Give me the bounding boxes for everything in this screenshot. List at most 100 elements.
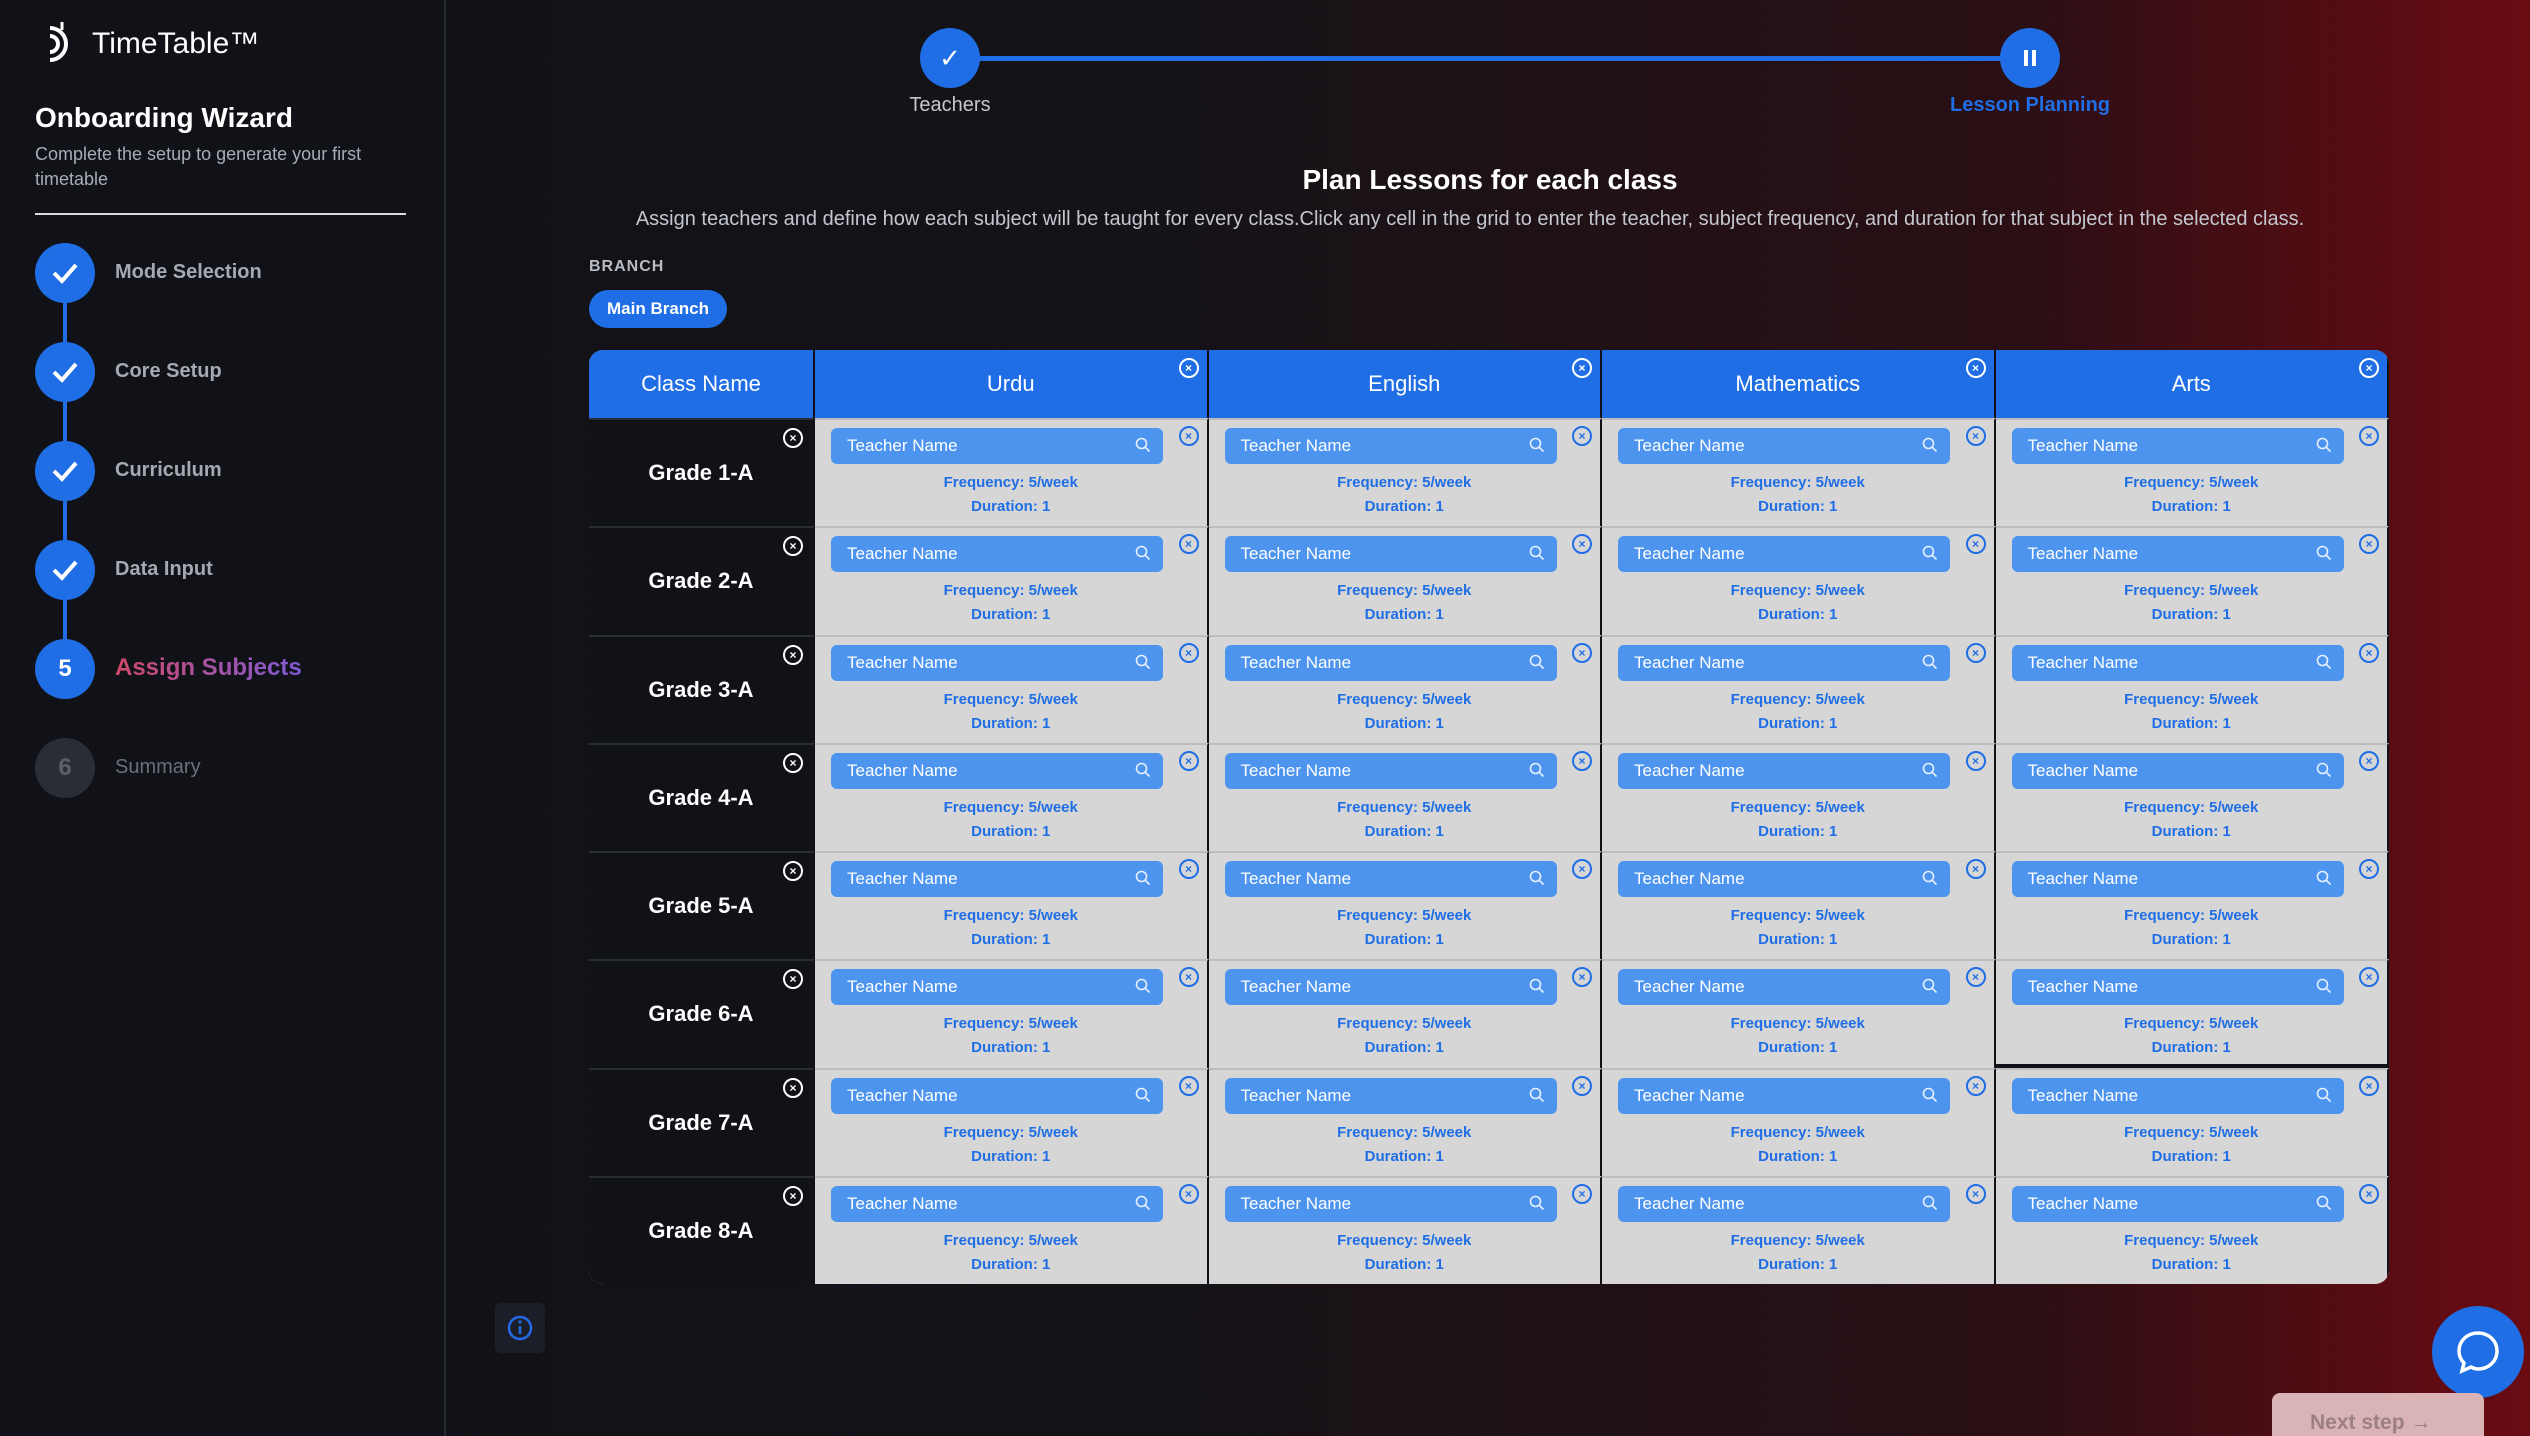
remove-row-icon[interactable]: × [783,1077,803,1098]
clear-cell-icon[interactable]: × [1572,1183,1592,1204]
remove-row-icon[interactable]: × [783,1185,803,1206]
clear-cell-icon[interactable]: × [1178,642,1199,663]
lesson-cell[interactable]: Teacher Name × Frequency: 5/week Duration: … [1602,418,1996,527]
clear-cell-icon[interactable]: × [2359,750,2379,771]
lesson-cell[interactable]: Teacher Name × Frequency: 5/week Duration: … [1995,634,2389,743]
clear-cell-icon[interactable]: × [1965,426,1986,446]
teacher-search-input[interactable]: Teacher Name [831,428,1163,464]
clear-cell-icon[interactable]: × [1178,426,1199,446]
remove-row-icon[interactable]: × [783,752,803,773]
clear-cell-icon[interactable]: × [2359,642,2379,663]
lesson-cell[interactable]: Teacher Name × Frequency: 5/week Duration: … [1995,1175,2389,1284]
teacher-search-input[interactable]: Teacher Name [2011,752,2344,789]
wizard-step-curriculum[interactable]: Curriculum [35,441,302,540]
clear-cell-icon[interactable]: × [1965,1183,1986,1204]
teacher-search-input[interactable]: Teacher Name [2011,1185,2344,1222]
lesson-cell[interactable]: Teacher Name × Frequency: 5/week Duration: … [1208,851,1602,960]
teacher-search-input[interactable]: Teacher Name [831,752,1163,789]
teacher-search-input[interactable]: Teacher Name [1224,969,1557,1006]
lesson-cell[interactable]: Teacher Name × Frequency: 5/week Duration: … [815,418,1209,527]
clear-cell-icon[interactable]: × [1572,750,1592,771]
lesson-cell[interactable]: Teacher Name × Frequency: 5/week Duration: … [1995,418,2389,527]
clear-cell-icon[interactable]: × [2359,967,2379,988]
clear-cell-icon[interactable]: × [1178,1075,1199,1096]
lesson-cell[interactable]: Teacher Name × Frequency: 5/week Duration: … [815,851,1209,960]
chat-button[interactable] [2432,1306,2524,1398]
remove-row-icon[interactable]: × [783,536,803,557]
clear-cell-icon[interactable]: × [1178,1183,1199,1204]
check-icon[interactable]: ✓ [920,28,980,88]
teacher-search-input[interactable]: Teacher Name [1618,1077,1950,1114]
clear-cell-icon[interactable]: × [2359,426,2379,446]
lesson-cell[interactable]: Teacher Name × Frequency: 5/week Duration: … [1208,742,1602,851]
teacher-search-input[interactable]: Teacher Name [1618,752,1950,789]
lesson-cell[interactable]: Teacher Name × Frequency: 5/week Duration: … [815,526,1209,635]
clear-cell-icon[interactable]: × [1178,859,1199,879]
teacher-search-input[interactable]: Teacher Name [831,861,1163,897]
clear-cell-icon[interactable]: × [2359,1075,2379,1096]
teacher-search-input[interactable]: Teacher Name [831,644,1163,681]
clear-cell-icon[interactable]: × [1965,1075,1986,1096]
teacher-search-input[interactable]: Teacher Name [1224,428,1557,464]
lesson-cell[interactable]: Teacher Name × Frequency: 5/week Duration: … [1602,1067,1996,1176]
teacher-search-input[interactable]: Teacher Name [2011,969,2344,1006]
lesson-cell[interactable]: Teacher Name × Frequency: 5/week Duration: … [815,1175,1209,1284]
teacher-search-input[interactable]: Teacher Name [1224,861,1557,897]
teacher-search-input[interactable]: Teacher Name [1224,1077,1557,1114]
clear-cell-icon[interactable]: × [1965,534,1986,555]
teacher-search-input[interactable]: Teacher Name [2011,536,2344,573]
teacher-search-input[interactable]: Teacher Name [1224,644,1557,681]
teacher-search-input[interactable]: Teacher Name [1618,428,1950,464]
lesson-cell[interactable]: Teacher Name × Frequency: 5/week Duration: … [1995,742,2389,851]
teacher-search-input[interactable]: Teacher Name [2011,861,2344,897]
remove-row-icon[interactable]: × [783,428,803,448]
clear-cell-icon[interactable]: × [2359,1183,2379,1204]
lesson-cell[interactable]: Teacher Name × Frequency: 5/week Duration: … [1208,1067,1602,1176]
remove-column-icon[interactable]: × [1965,358,1986,378]
teacher-search-input[interactable]: Teacher Name [2011,428,2344,464]
wizard-step-mode-selection[interactable]: Mode Selection [35,243,302,342]
teacher-search-input[interactable]: Teacher Name [1618,1185,1950,1222]
lesson-cell[interactable]: Teacher Name × Frequency: 5/week Duration: … [1602,742,1996,851]
teacher-search-input[interactable]: Teacher Name [1618,536,1950,573]
info-button[interactable] [495,1303,545,1353]
wizard-step-core-setup[interactable]: Core Setup [35,342,302,441]
teacher-search-input[interactable]: Teacher Name [1618,969,1950,1006]
teacher-search-input[interactable]: Teacher Name [1618,861,1950,897]
clear-cell-icon[interactable]: × [1572,426,1592,446]
lesson-cell[interactable]: Teacher Name × Frequency: 5/week Duration: … [1208,634,1602,743]
lesson-cell[interactable]: Teacher Name × Frequency: 5/week Duration: … [1208,959,1602,1068]
clear-cell-icon[interactable]: × [2359,859,2379,879]
clear-cell-icon[interactable]: × [1572,859,1592,879]
branch-pill[interactable]: Main Branch [589,290,728,328]
wizard-step-assign-subjects[interactable]: 5 Assign Subjects [35,639,302,738]
clear-cell-icon[interactable]: × [1965,642,1986,663]
clear-cell-icon[interactable]: × [1572,967,1592,988]
clear-cell-icon[interactable]: × [1965,967,1986,988]
lesson-cell[interactable]: Teacher Name × Frequency: 5/week Duration: … [1208,526,1602,635]
lesson-cell[interactable]: Teacher Name × Frequency: 5/week Duration: … [1602,1175,1996,1284]
remove-column-icon[interactable]: × [1572,358,1592,378]
teacher-search-input[interactable]: Teacher Name [1224,1185,1557,1222]
lesson-cell[interactable]: Teacher Name × Frequency: 5/week Duration: … [1208,1175,1602,1284]
clear-cell-icon[interactable]: × [1572,1075,1592,1096]
lesson-cell[interactable]: Teacher Name × Frequency: 5/week Duration: … [1995,959,2389,1068]
clear-cell-icon[interactable]: × [1572,534,1592,555]
clear-cell-icon[interactable]: × [2359,534,2379,555]
teacher-search-input[interactable]: Teacher Name [831,1185,1163,1222]
teacher-search-input[interactable]: Teacher Name [2011,644,2344,681]
teacher-search-input[interactable]: Teacher Name [831,1077,1163,1114]
clear-cell-icon[interactable]: × [1572,642,1592,663]
clear-cell-icon[interactable]: × [1178,967,1199,988]
clear-cell-icon[interactable]: × [1965,859,1986,879]
teacher-search-input[interactable]: Teacher Name [1618,644,1950,681]
remove-row-icon[interactable]: × [783,644,803,665]
lesson-cell[interactable]: Teacher Name × Frequency: 5/week Duration: … [1602,959,1996,1068]
lesson-cell[interactable]: Teacher Name × Frequency: 5/week Duration: … [815,1067,1209,1176]
teacher-search-input[interactable]: Teacher Name [1224,752,1557,789]
lesson-cell[interactable]: Teacher Name × Frequency: 5/week Duration: … [815,634,1209,743]
wizard-step-data-input[interactable]: Data Input [35,540,302,639]
teacher-search-input[interactable]: Teacher Name [831,536,1163,573]
lesson-cell[interactable]: Teacher Name × Frequency: 5/week Duration: … [815,742,1209,851]
lesson-cell[interactable]: Teacher Name × Frequency: 5/week Duration: … [815,959,1209,1068]
